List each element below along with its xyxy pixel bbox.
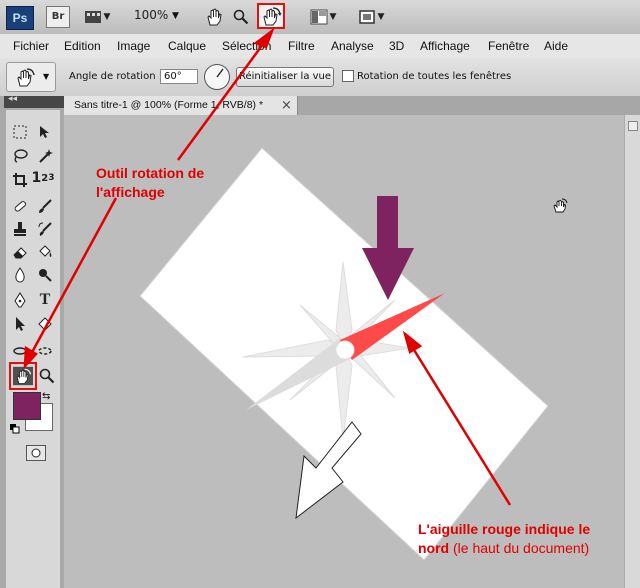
annotation-needle-bold: nord <box>418 540 450 556</box>
compass-center <box>335 340 355 360</box>
annotation-needle: L'aiguille rouge indique le nord (le hau… <box>418 520 590 558</box>
rotate-cursor-icon <box>553 198 568 213</box>
foreground-color-swatch[interactable] <box>13 392 41 420</box>
annotation-rotate-tool: Outil rotation de l'affichage <box>96 164 204 202</box>
annotation-needle-line1: L'aiguille rouge indique le <box>418 521 591 537</box>
document-artwork <box>23 27 568 561</box>
annotation-needle-rest: (le haut du document) <box>449 540 590 556</box>
annotation-rotate-tool-line2: l'affichage <box>96 184 165 200</box>
annotation-rotate-tool-line1: Outil rotation de <box>96 165 205 181</box>
